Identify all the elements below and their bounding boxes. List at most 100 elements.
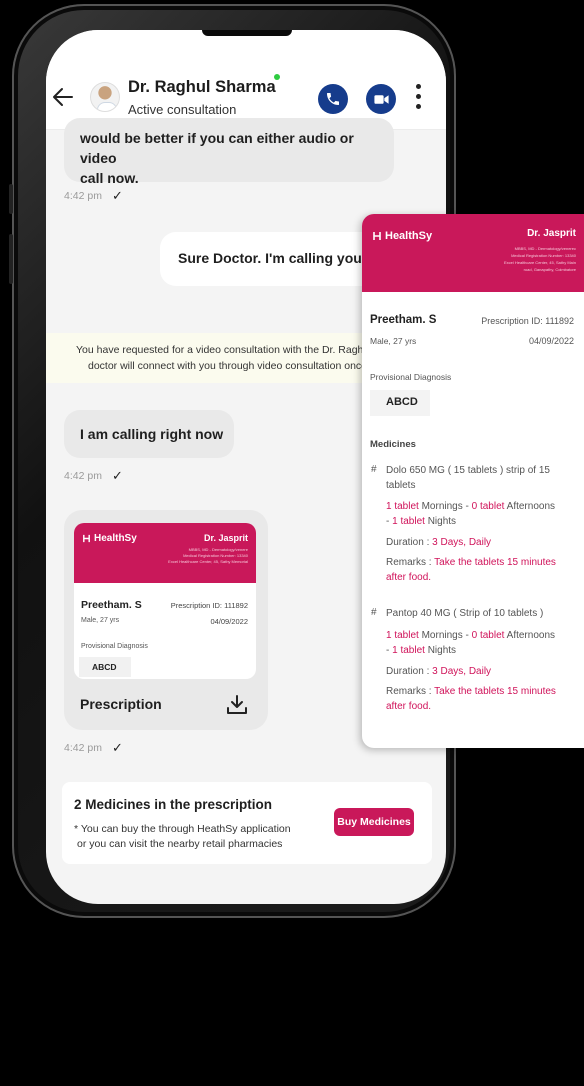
incoming-message: would be better if you can either audio … [64, 118, 394, 186]
medicine-name: Dolo 650 MG ( 15 tablets ) strip of 15 t… [386, 463, 582, 493]
audio-call-button[interactable] [318, 84, 348, 114]
dose-time: Nights [424, 645, 457, 656]
dose-time: Afternoons [504, 630, 556, 641]
message-meta: 4:42 pm ✓ [64, 468, 123, 484]
prescription-preview[interactable]: HealthSy Dr. Jasprit MBBS, MD - Dermatol… [74, 523, 256, 679]
medicine-dosage: 1 tablet Mornings - 0 tablet Afternoons … [386, 628, 582, 658]
healthsy-logo-icon [83, 534, 90, 543]
buy-medicines-button[interactable]: Buy Medicines [334, 808, 414, 836]
prescription-id: Prescription ID: 111892 [481, 316, 574, 326]
back-arrow-icon[interactable] [52, 86, 74, 108]
dose-amount: 1 tablet [386, 630, 419, 641]
prescription-header-band: HealthSy Dr. Jasprit MBBS, MD - Dermatol… [362, 214, 584, 292]
message-text: would be better if you can either audio … [80, 130, 354, 166]
brand-name: HealthSy [385, 230, 433, 242]
dose-amount: 1 tablet [392, 516, 425, 527]
prescription-detail-card: HealthSy Dr. Jasprit MBBS, MD - Dermatol… [362, 214, 584, 748]
medicine-remarks: Remarks : Take the tablets 15 minutes af… [386, 684, 582, 714]
incoming-message: I am calling right now [64, 410, 234, 458]
more-options-icon[interactable] [414, 84, 422, 112]
prescription-id: Prescription ID: 111892 [170, 601, 248, 610]
remarks-label: Remarks : [386, 686, 435, 697]
message-text: call now. [80, 170, 139, 186]
medicines-label: Medicines [370, 439, 416, 450]
healthsy-logo-icon [373, 232, 381, 240]
medicine-duration: Duration : 3 Days, Daily [386, 664, 582, 679]
duration-value: 3 Days, Daily [432, 537, 492, 548]
doctor-registration: Medical Registration Number: 13340 [511, 253, 576, 258]
doctor-qualification: MBBS, MD - Dermatology/venere [188, 547, 248, 552]
message-meta: 4:42 pm ✓ [64, 740, 123, 756]
patient-name: Preetham. S [370, 314, 437, 326]
doctor-qualification: MBBS, MD - Dermatology/venerec [514, 246, 576, 251]
note-line: * You can buy the through HeathSy applic… [74, 823, 291, 835]
medicines-summary-card: 2 Medicines in the prescription * You ca… [62, 782, 432, 864]
patient-meta: Male, 27 yrs [370, 336, 417, 346]
remarks-value: after food. [386, 701, 432, 712]
dose-time: Afternoons [504, 501, 556, 512]
consultation-status: Active consultation [128, 102, 237, 117]
medicine-bullet: # [371, 464, 377, 475]
doctor-avatar[interactable] [90, 82, 120, 112]
patient-meta: Male, 27 yrs [81, 617, 120, 624]
sent-check-icon: ✓ [111, 468, 123, 483]
prescription-doctor: Dr. Jasprit [527, 228, 576, 239]
prescription-date: 04/09/2022 [528, 336, 574, 346]
video-camera-icon [373, 94, 389, 104]
medicine-name: Pantop 40 MG ( Strip of 10 tablets ) [386, 606, 582, 621]
doctor-address: Excel Healthcare Center, 45, Sathy Memor… [168, 559, 248, 564]
brand-name: HealthSy [94, 533, 137, 544]
phone-side-button [9, 234, 13, 284]
video-call-button[interactable] [366, 84, 396, 114]
message-meta: 4:42 pm ✓ [64, 188, 123, 204]
diagnosis-label: Provisional Diagnosis [370, 372, 452, 382]
medicines-note: * You can buy the through HeathSy applic… [74, 822, 291, 852]
medicine-name-text: tablets [386, 480, 416, 491]
prescription-header-band: HealthSy Dr. Jasprit MBBS, MD - Dermatol… [74, 523, 256, 583]
dose-amount: 1 tablet [386, 501, 419, 512]
medicine-name-text: Dolo 650 MG ( 15 tablets ) strip of 15 [386, 465, 550, 476]
medicine-remarks: Remarks : Take the tablets 15 minutes af… [386, 555, 582, 585]
remarks-value: Take the tablets 15 minutes [434, 557, 556, 568]
doctor-name: Dr. Raghul Sharma [128, 78, 276, 96]
prescription-doctor: Dr. Jasprit [203, 533, 248, 543]
message-text: I am calling right now [80, 426, 224, 442]
diagnosis-value: ABCD [370, 390, 430, 416]
duration-value: 3 Days, Daily [432, 666, 492, 677]
patient-name: Preetham. S [81, 599, 142, 611]
remarks-label: Remarks : [386, 557, 435, 568]
online-status-dot [274, 74, 280, 80]
doctor-address: Excel Healthcare Center, 45, Sathy Main [503, 260, 576, 265]
prescription-label: Prescription [80, 696, 162, 712]
phone-icon [327, 93, 339, 105]
download-icon[interactable] [226, 694, 248, 716]
sent-check-icon: ✓ [111, 188, 123, 203]
dose-amount: 0 tablet [471, 501, 505, 512]
phone-notch [202, 30, 292, 36]
duration-label: Duration : [386, 537, 433, 548]
chat-header: Dr. Raghul Sharma Active consultation [46, 30, 446, 130]
message-time: 4:42 pm [64, 470, 102, 482]
medicine-duration: Duration : 3 Days, Daily [386, 535, 582, 550]
sent-check-icon: ✓ [111, 740, 123, 755]
healthsy-logo: HealthSy [372, 230, 432, 242]
medicine-dosage: 1 tablet Mornings - 0 tablet Afternoons … [386, 499, 582, 529]
dose-time: Nights [424, 516, 457, 527]
prescription-message[interactable]: HealthSy Dr. Jasprit MBBS, MD - Dermatol… [64, 510, 268, 730]
dose-time: Mornings - [418, 501, 472, 512]
note-line: or you can visit the nearby retail pharm… [77, 838, 283, 850]
doctor-address: road, Ganapathy, Coimbatore [523, 267, 576, 272]
message-time: 4:42 pm [64, 742, 102, 754]
dose-amount: 0 tablet [471, 630, 505, 641]
medicines-count-title: 2 Medicines in the prescription [74, 797, 273, 812]
medicine-bullet: # [371, 607, 377, 618]
diagnosis-label: Provisional Diagnosis [81, 643, 148, 650]
healthsy-logo: HealthSy [82, 533, 137, 544]
phone-side-button [9, 184, 13, 214]
medicine-name-text: Pantop 40 MG ( Strip of 10 tablets ) [386, 608, 544, 619]
doctor-registration: Medical Registration Number: 13340 [183, 553, 248, 558]
duration-label: Duration : [386, 666, 433, 677]
diagnosis-value: ABCD [79, 657, 131, 677]
prescription-date: 04/09/2022 [210, 617, 248, 626]
message-time: 4:42 pm [64, 190, 102, 202]
